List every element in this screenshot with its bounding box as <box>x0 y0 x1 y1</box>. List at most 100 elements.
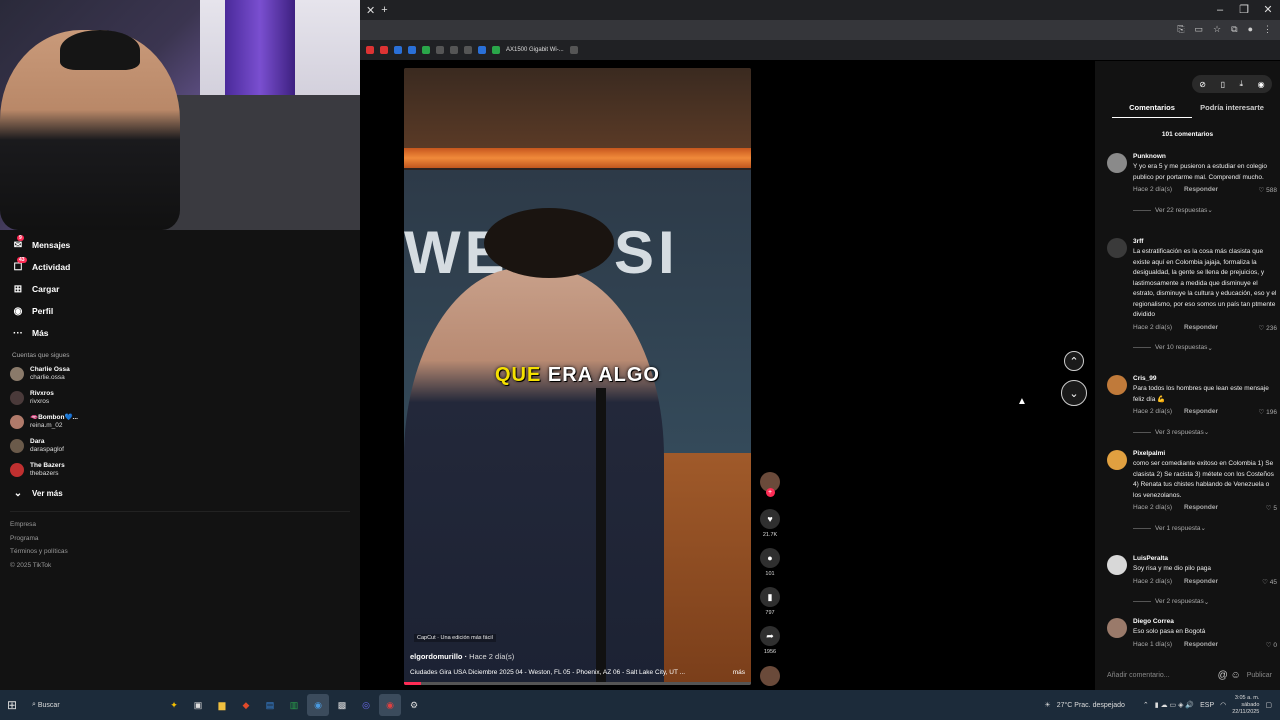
cast-icon[interactable]: ▭ <box>1195 24 1204 35</box>
bookmark-icon[interactable] <box>464 46 472 54</box>
excel-icon[interactable]: ▥ <box>283 694 305 716</box>
address-bar[interactable]: ⎘ ▭ ☆ ⧉ ● ⋮ <box>360 20 1280 40</box>
outlook-icon[interactable]: ▤ <box>259 694 281 716</box>
save-action[interactable]: ▮ 797 <box>757 587 783 616</box>
following-account[interactable]: Rivxros rivxros <box>0 386 360 410</box>
embed-icon[interactable]: ⊘ <box>1199 80 1206 89</box>
video-author[interactable]: elgordomurillo <box>410 652 463 661</box>
comment-user[interactable]: LuisPeralta <box>1133 555 1277 562</box>
following-account[interactable]: Charlie Ossa charlie.ossa <box>0 362 360 386</box>
footer-program[interactable]: Programa <box>0 532 360 546</box>
obs-icon[interactable]: ◎ <box>355 694 377 716</box>
close-window-icon[interactable]: ✕ <box>1256 0 1280 20</box>
restore-icon[interactable]: ❐ <box>1232 0 1256 20</box>
video-progress-bar[interactable] <box>404 682 751 685</box>
comment-user[interactable]: 3rff <box>1133 238 1277 245</box>
wifi-icon[interactable]: ◠ <box>1220 701 1226 709</box>
view-replies-button[interactable]: Ver 3 respuestas ⌄ <box>1133 428 1277 436</box>
comment-user[interactable]: Cris_99 <box>1133 375 1277 382</box>
previous-video-button[interactable]: ⌃ <box>1064 351 1084 371</box>
reply-button[interactable]: Responder <box>1184 324 1218 332</box>
chrome-profile-icon[interactable]: ◉ <box>379 694 401 716</box>
capcut-label[interactable]: CapCut · Una edición más fácil <box>414 634 496 642</box>
reply-button[interactable]: Responder <box>1184 186 1218 194</box>
comment-like-button[interactable]: ♡ 5 <box>1266 504 1277 512</box>
weather-label[interactable]: 27°C Prac. despejado <box>1057 702 1125 709</box>
sound-avatar-action[interactable] <box>757 666 783 686</box>
comment-user[interactable]: Diego Correa <box>1133 618 1277 625</box>
view-replies-button[interactable]: Ver 1 respuesta ⌄ <box>1133 524 1277 532</box>
tab-comments[interactable]: Comentarios <box>1112 103 1192 118</box>
avatar[interactable] <box>1107 450 1127 470</box>
bookmark-icon[interactable]: ▮ <box>760 587 780 607</box>
author-avatar-action[interactable]: + <box>757 472 783 497</box>
next-video-button[interactable]: ⌄ <box>1061 380 1087 406</box>
clock[interactable]: 3:05 a. m. sábado 22/11/2025 <box>1232 695 1259 716</box>
avatar[interactable] <box>1107 238 1127 258</box>
follow-plus-icon[interactable]: + <box>765 488 775 497</box>
avatar[interactable] <box>1107 555 1127 575</box>
menu-icon[interactable]: ⋮ <box>1263 24 1272 35</box>
comment-like-button[interactable]: ♡ 0 <box>1266 641 1277 649</box>
profile-icon[interactable]: ● <box>1248 24 1253 35</box>
view-replies-button[interactable]: Ver 2 respuestas ⌄ <box>1133 598 1277 606</box>
download-icon[interactable]: ⤓ <box>1240 79 1244 89</box>
nav-messages[interactable]: ✉ 9 Mensajes <box>0 234 360 256</box>
reply-button[interactable]: Responder <box>1184 408 1218 416</box>
see-more-button[interactable]: ⌄ Ver más <box>0 482 360 504</box>
comment-user[interactable]: Punknown <box>1133 153 1277 160</box>
following-account[interactable]: Dara daraspaglof <box>0 434 360 458</box>
new-tab-button[interactable]: + <box>381 4 387 16</box>
reply-button[interactable]: Responder <box>1184 578 1218 586</box>
comment-like-button[interactable]: ♡ 45 <box>1262 578 1277 586</box>
bookmark-icon[interactable] <box>394 46 402 54</box>
bookmark-icon[interactable] <box>422 46 430 54</box>
avatar[interactable] <box>1107 153 1127 173</box>
notifications-icon[interactable]: ▢ <box>1265 701 1272 709</box>
settings-icon[interactable]: ⚙ <box>403 694 425 716</box>
view-replies-button[interactable]: Ver 10 respuestas ⌄ <box>1133 344 1277 352</box>
footer-company[interactable]: Empresa <box>0 518 360 532</box>
following-account[interactable]: 🫦Bombon💙... reina.m_02 <box>0 410 360 434</box>
language-indicator[interactable]: ESP <box>1200 702 1214 709</box>
user-avatar-icon[interactable]: ◉ <box>1258 80 1265 89</box>
comment-like-button[interactable]: ♡ 588 <box>1259 186 1278 194</box>
taskbar-search[interactable]: ⌕ Buscar <box>32 701 132 709</box>
share-action[interactable]: ➦ 1956 <box>757 626 783 655</box>
nav-profile[interactable]: ◉ Perfil <box>0 300 360 322</box>
add-comment-input[interactable]: Añadir comentario... <box>1107 672 1170 679</box>
video-player[interactable]: WEST SI QUE ERA ALGO CapCut · Una edició… <box>404 68 751 685</box>
file-explorer-icon[interactable]: ▆ <box>211 694 233 716</box>
copilot-icon[interactable]: ✦ <box>163 694 185 716</box>
nav-upload[interactable]: ⊞ Cargar <box>0 278 360 300</box>
brave-icon[interactable]: ◆ <box>235 694 257 716</box>
like-action[interactable]: ♥ 21.7K <box>757 509 783 538</box>
device-icon[interactable]: ▯ <box>1221 80 1225 89</box>
comment-user[interactable]: Pixelpalmi <box>1133 450 1277 457</box>
reply-button[interactable]: Responder <box>1184 504 1218 512</box>
mention-icon[interactable]: @ ☺ <box>1218 670 1241 681</box>
extensions-icon[interactable]: ⧉ <box>1231 24 1237 35</box>
bookmark-icon[interactable] <box>408 46 416 54</box>
bookmark-icon[interactable] <box>380 46 388 54</box>
chrome-icon[interactable]: ◉ <box>307 694 329 716</box>
share-icon[interactable]: ➦ <box>760 626 780 646</box>
comment-like-button[interactable]: ♡ 196 <box>1259 408 1278 416</box>
bookmark-icon[interactable] <box>450 46 458 54</box>
comment-icon[interactable]: ● <box>760 548 780 568</box>
comment-like-button[interactable]: ♡ 236 <box>1259 324 1278 332</box>
avatar[interactable] <box>1107 618 1127 638</box>
tray-icons[interactable]: ▮ ☁ ▭ ◈ 🔊 <box>1155 701 1194 709</box>
bookmark-icon[interactable] <box>478 46 486 54</box>
bookmark-icon[interactable] <box>436 46 444 54</box>
bookmark-icon[interactable] <box>366 46 374 54</box>
avatar[interactable] <box>1107 375 1127 395</box>
bookmark-star-icon[interactable]: ☆ <box>1213 24 1221 35</box>
reply-button[interactable]: Responder <box>1184 641 1218 649</box>
tray-chevron-icon[interactable]: ⌃ <box>1143 701 1149 709</box>
task-view-icon[interactable]: ▣ <box>187 694 209 716</box>
publish-button[interactable]: Publicar <box>1247 672 1272 679</box>
following-account[interactable]: The Bazers thebazers <box>0 458 360 482</box>
close-tab-icon[interactable]: ✕ <box>366 4 375 17</box>
translate-icon[interactable]: ⎘ <box>1177 24 1184 35</box>
